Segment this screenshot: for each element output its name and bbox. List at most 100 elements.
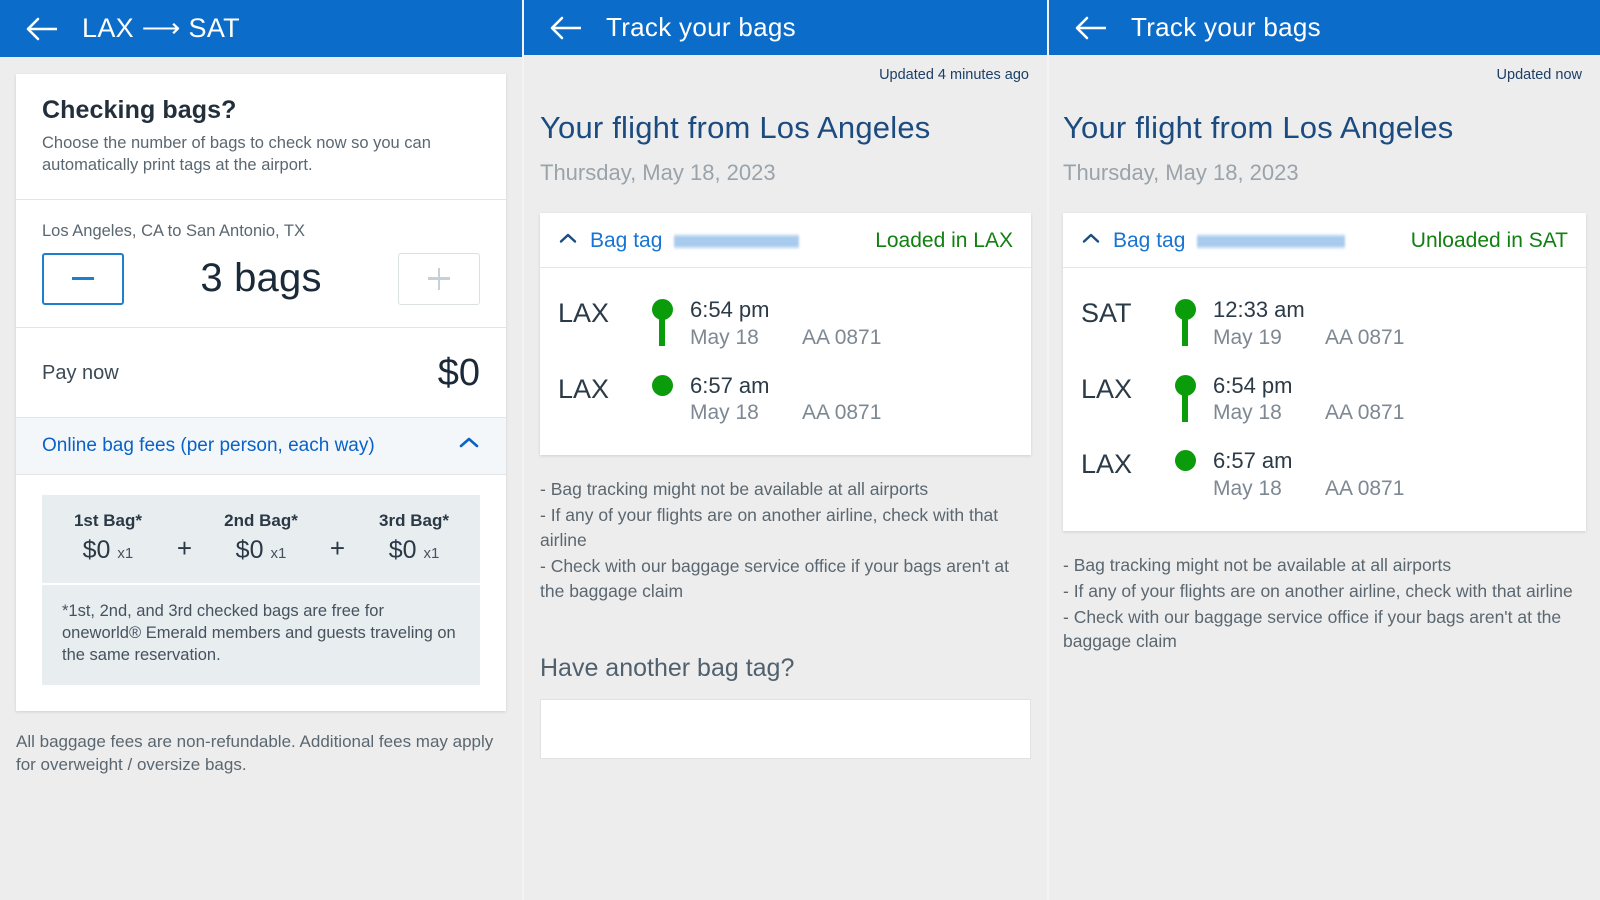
timeline-marker-column bbox=[1163, 449, 1207, 472]
last-updated-status: Updated 4 minutes ago bbox=[879, 67, 1029, 83]
bag-tag-toggle[interactable]: Bag tag Loaded in LAX bbox=[540, 213, 1031, 268]
timeline-dot-icon bbox=[1174, 450, 1196, 472]
bag-fee-qty: x1 bbox=[117, 544, 134, 562]
another-bag-tag-heading: Have another bag tag? bbox=[540, 654, 795, 683]
timeline-marker-column bbox=[640, 374, 684, 396]
leg-airport-code: LAX bbox=[1081, 449, 1133, 480]
panel-checking-bags: LAX ⟶ SAT Checking bags? Choose the numb… bbox=[0, 0, 522, 900]
bag-fee-item: 3rd Bag* $0 x1 bbox=[371, 511, 457, 565]
bag-tag-toggle[interactable]: Bag tag Unloaded in SAT bbox=[1063, 213, 1586, 268]
tracking-note: - Bag tracking might not be available at… bbox=[540, 479, 929, 500]
leg-date: May 18 bbox=[1213, 476, 1282, 500]
bag-fee-qty: x1 bbox=[270, 544, 287, 562]
bag-fee-value: $0 x1 bbox=[65, 536, 151, 565]
bag-status-badge: Loaded in LAX bbox=[875, 229, 1013, 252]
tracking-note: - Check with our baggage service office … bbox=[540, 555, 1009, 601]
online-bag-fees-toggle[interactable]: Online bag fees (per person, each way) bbox=[16, 417, 506, 475]
pay-now-label: Pay now bbox=[42, 361, 119, 384]
timeline-dot-icon bbox=[1174, 299, 1196, 320]
timeline-dot-icon bbox=[651, 374, 673, 396]
bag-fee-price: $0 bbox=[82, 535, 111, 564]
bag-fee-item: 1st Bag* $0 x1 bbox=[65, 511, 151, 565]
leg-date: May 18 bbox=[690, 401, 759, 425]
tracking-notes: - Bag tracking might not be available at… bbox=[524, 455, 1047, 603]
leg-flight-number: AA 0871 bbox=[1325, 401, 1405, 425]
bag-tag-number-redacted bbox=[674, 233, 800, 249]
online-bag-fees-body: 1st Bag* $0 x1 + 2nd Bag* $0 x1 + 3rd Ba… bbox=[16, 475, 506, 711]
timeline-marker-column bbox=[640, 298, 684, 346]
chevron-up-icon bbox=[1081, 232, 1101, 250]
appbar-track-mid: Track your bags bbox=[524, 0, 1047, 55]
back-arrow-icon[interactable] bbox=[548, 13, 586, 43]
fee-separator-plus-icon: + bbox=[176, 532, 193, 563]
checking-bags-intro: Checking bags? Choose the number of bags… bbox=[16, 74, 506, 200]
baggage-fees-disclaimer: All baggage fees are non-refundable. Add… bbox=[16, 731, 494, 774]
leg-details: 6:54 pm May 18 AA 0871 bbox=[1207, 372, 1568, 426]
online-bag-fees-label: Online bag fees (per person, each way) bbox=[42, 434, 375, 456]
chevron-up-icon bbox=[558, 232, 578, 250]
bag-fee-footnote: *1st, 2nd, and 3rd checked bags are free… bbox=[42, 584, 480, 685]
timeline-marker-column bbox=[1163, 298, 1207, 346]
pay-now-amount: $0 bbox=[437, 351, 480, 394]
bag-tag-label: Bag tag bbox=[590, 229, 663, 252]
page-subtitle: Choose the number of bags to check now s… bbox=[42, 134, 431, 174]
appbar-title-track: Track your bags bbox=[606, 12, 796, 42]
timeline-dot-icon bbox=[651, 299, 673, 320]
leg-time: 6:54 pm bbox=[1213, 372, 1293, 398]
bag-fee-grid: 1st Bag* $0 x1 + 2nd Bag* $0 x1 + 3rd Ba… bbox=[42, 494, 480, 585]
appbar-bags: LAX ⟶ SAT bbox=[0, 0, 522, 57]
bag-fee-price: $0 bbox=[235, 535, 264, 564]
leg-airport-code: LAX bbox=[1081, 373, 1133, 404]
panel-track-bags-loaded: Track your bags Updated 4 minutes ago Yo… bbox=[522, 0, 1047, 900]
bag-tag-number-redacted bbox=[1197, 233, 1346, 249]
flight-date: Thursday, May 18, 2023 bbox=[1063, 160, 1299, 185]
leg-time: 12:33 am bbox=[1213, 297, 1305, 322]
back-arrow-icon[interactable] bbox=[1073, 13, 1111, 43]
increment-bags-button[interactable] bbox=[398, 252, 480, 305]
bag-fee-value: $0 x1 bbox=[371, 536, 457, 565]
leg-airport-code: SAT bbox=[1081, 298, 1132, 328]
leg-date: May 18 bbox=[690, 325, 759, 349]
leg-time: 6:57 am bbox=[690, 372, 770, 398]
leg-details: 12:33 am May 19 AA 0871 bbox=[1207, 297, 1568, 350]
bag-status-badge: Unloaded in SAT bbox=[1410, 229, 1568, 252]
leg-airport-code: LAX bbox=[558, 298, 610, 328]
leg-details: 6:57 am May 18 AA 0871 bbox=[1207, 449, 1568, 501]
bag-fee-name: 3rd Bag* bbox=[379, 510, 449, 530]
tracking-note: - If any of your flights are on another … bbox=[1063, 580, 1573, 601]
flight-date: Thursday, May 18, 2023 bbox=[540, 160, 776, 185]
pay-now-row: Pay now $0 bbox=[16, 328, 506, 418]
timeline-leg: SAT 12:33 am May 19 AA 0871 bbox=[1081, 297, 1568, 350]
timeline-leg: LAX 6:57 am May 18 AA 0871 bbox=[558, 372, 1013, 426]
last-updated-status: Updated now bbox=[1496, 67, 1582, 83]
tracking-note: - Check with our baggage service office … bbox=[1063, 606, 1562, 652]
leg-airport-code: LAX bbox=[558, 373, 610, 404]
route-label: Los Angeles, CA to San Antonio, TX bbox=[42, 221, 305, 240]
leg-flight-number: AA 0871 bbox=[1325, 476, 1405, 500]
bag-quantity-stepper: 3 bags bbox=[42, 252, 480, 305]
timeline-marker-column bbox=[1163, 374, 1207, 422]
appbar-title-route: LAX ⟶ SAT bbox=[82, 13, 240, 43]
bag-fee-name: 1st Bag* bbox=[73, 510, 142, 530]
chevron-up-icon bbox=[458, 436, 480, 455]
appbar-title-track: Track your bags bbox=[1131, 12, 1321, 42]
screenshot-root: LAX ⟶ SAT Checking bags? Choose the numb… bbox=[0, 0, 1600, 900]
leg-flight-number: AA 0871 bbox=[802, 325, 882, 349]
decrement-bags-button[interactable] bbox=[42, 252, 124, 305]
bag-journey-timeline: SAT 12:33 am May 19 AA 0871 LAX 6:54 pm … bbox=[1063, 268, 1586, 531]
bag-journey-timeline: LAX 6:54 pm May 18 AA 0871 LAX 6:57 am M… bbox=[540, 268, 1031, 455]
tracking-note: - If any of your flights are on another … bbox=[540, 505, 999, 550]
tracking-note: - Bag tracking might not be available at… bbox=[1063, 554, 1452, 575]
back-arrow-icon[interactable] bbox=[24, 14, 62, 44]
leg-date: May 19 bbox=[1213, 325, 1282, 349]
timeline-leg: LAX 6:57 am May 18 AA 0871 bbox=[1081, 449, 1568, 501]
checking-bags-card: Checking bags? Choose the number of bags… bbox=[16, 74, 506, 711]
bag-tracking-card: Bag tag Unloaded in SAT SAT 12:33 am May… bbox=[1063, 213, 1586, 531]
appbar-track-right: Track your bags bbox=[1049, 0, 1600, 55]
bag-fee-qty: x1 bbox=[423, 544, 440, 562]
timeline-leg: LAX 6:54 pm May 18 AA 0871 bbox=[558, 297, 1013, 350]
timeline-leg: LAX 6:54 pm May 18 AA 0871 bbox=[1081, 372, 1568, 426]
bag-tag-label: Bag tag bbox=[1113, 229, 1186, 252]
bag-tag-input[interactable] bbox=[540, 699, 1031, 760]
bag-count-value: 3 bags bbox=[200, 256, 322, 301]
